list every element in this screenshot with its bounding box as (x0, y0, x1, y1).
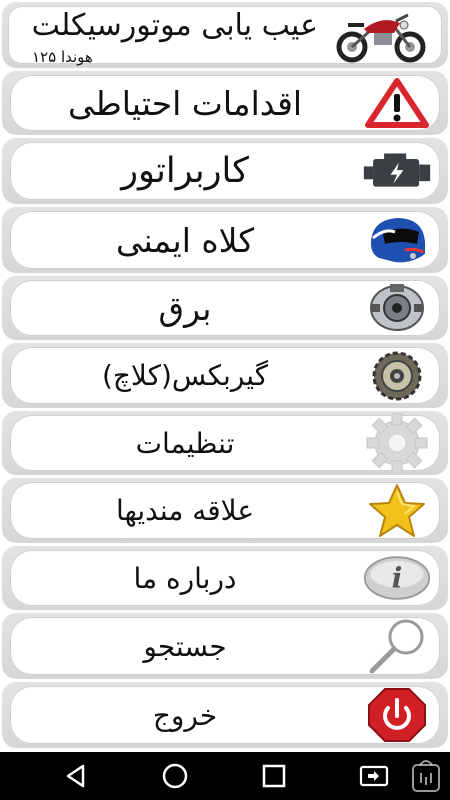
screen-mirror-button[interactable] (354, 760, 394, 792)
menu-item-label: جستجو (143, 629, 227, 663)
menu-item-label: علاقه مندیها (115, 494, 255, 527)
menu-item-label: کلاه ایمنی (115, 220, 255, 260)
menu-item-label: گیربکس(کلاچ) (101, 359, 269, 392)
power-icon (362, 688, 432, 742)
engine-icon (362, 144, 432, 198)
menu-item-precautions[interactable]: اقدامات احتیاطی (2, 71, 448, 135)
menu-item-label: کاربراتور (121, 151, 249, 191)
menu-item-helmet[interactable]: کلاه ایمنی (2, 207, 448, 273)
navigation-bar (0, 752, 450, 800)
helmet-icon (362, 213, 432, 267)
warning-triangle-icon (362, 76, 432, 130)
bazaar-store-icon (408, 758, 444, 794)
header-row: عیب یابی موتورسیکلت هوندا ۱۲۵ (2, 2, 448, 68)
menu-item-about[interactable]: درباره ما i (2, 546, 448, 610)
motorcycle-icon (332, 6, 432, 64)
app-subtitle: هوندا ۱۲۵ (32, 48, 93, 66)
main-menu: عیب یابی موتورسیکلت هوندا ۱۲۵ اقدامات اح… (0, 0, 450, 752)
magnifier-icon (362, 619, 432, 674)
menu-item-exit[interactable]: خروج (2, 682, 448, 748)
menu-item-search[interactable]: جستجو (2, 613, 448, 679)
electric-motor-icon (362, 281, 432, 335)
screen-rotate-icon (359, 765, 389, 787)
recents-button[interactable] (254, 760, 294, 792)
menu-item-gearbox[interactable]: گیربکس(کلاچ) (2, 343, 448, 408)
menu-item-label: اقدامات احتیاطی (67, 83, 303, 123)
home-button[interactable] (155, 760, 195, 792)
menu-item-label: درباره ما (133, 561, 237, 595)
menu-item-label: تنظیمات (135, 426, 235, 460)
home-circle-icon (162, 763, 188, 789)
back-triangle-icon (66, 764, 85, 788)
menu-item-carburetor[interactable]: کاربراتور (2, 138, 448, 204)
menu-item-label: خروج (152, 698, 218, 732)
info-icon: i (362, 551, 432, 605)
gearbox-clutch-icon (362, 349, 432, 403)
menu-item-settings[interactable]: تنظیمات (2, 411, 448, 475)
star-icon (362, 483, 432, 538)
menu-item-label: برق (158, 288, 212, 328)
svg-text:i: i (392, 560, 403, 594)
menu-item-favorites[interactable]: علاقه مندیها (2, 478, 448, 543)
app-title: عیب یابی موتورسیکلت (31, 8, 318, 43)
menu-item-electrical[interactable]: برق (2, 276, 448, 340)
back-button[interactable] (56, 760, 96, 792)
gear-icon (362, 413, 432, 473)
recents-square-icon (262, 764, 286, 788)
